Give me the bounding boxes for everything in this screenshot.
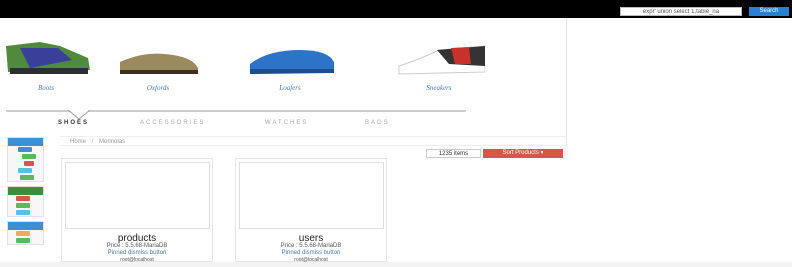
filter-badge xyxy=(16,203,30,208)
filter-item[interactable] xyxy=(8,153,43,160)
chevron-down-icon: ▾ xyxy=(540,150,544,156)
breadcrumb-current: Merinolas xyxy=(99,139,126,145)
category-loafers[interactable]: Loafers xyxy=(244,38,336,92)
filter-item[interactable] xyxy=(8,230,43,237)
filter-item[interactable] xyxy=(8,195,43,202)
product-link[interactable]: Pinned dismiss button xyxy=(62,250,212,256)
filter-badge xyxy=(16,210,30,215)
tab-shoes[interactable]: SHOES xyxy=(58,120,89,126)
filter-item[interactable] xyxy=(8,160,43,167)
filter-item[interactable] xyxy=(8,202,43,209)
breadcrumb-separator: / xyxy=(91,139,94,145)
filter-badge xyxy=(18,168,32,173)
category-label: Boots xyxy=(38,84,54,92)
filter-group-header[interactable] xyxy=(8,187,43,195)
category-boots[interactable]: Boots xyxy=(0,38,92,92)
filter-item[interactable] xyxy=(8,146,43,153)
tab-watches[interactable]: WATCHES xyxy=(265,120,308,126)
filter-group xyxy=(7,137,44,182)
category-label: Sneakers xyxy=(426,84,452,92)
filter-item[interactable] xyxy=(8,209,43,216)
category-tabs: SHOES ACCESSORIES WATCHES BAGS xyxy=(40,120,440,128)
filter-group-header[interactable] xyxy=(8,138,43,146)
filter-item[interactable] xyxy=(8,167,43,174)
filter-group-header[interactable] xyxy=(8,222,43,230)
category-sneakers[interactable]: Sneakers xyxy=(393,38,485,92)
product-price: Price : 5.5.68-MariaDB xyxy=(280,243,342,249)
product-card[interactable]: users Price : 5.5.68-MariaDB Pinned dism… xyxy=(235,158,387,263)
sort-label: Sort Products xyxy=(502,150,539,156)
sort-products-button[interactable]: Sort Products ▾ xyxy=(483,149,563,158)
product-card[interactable]: products Price : 5.5.68-MariaDB Pinned d… xyxy=(61,158,213,263)
filter-badge xyxy=(16,238,30,243)
filter-group xyxy=(7,221,44,245)
filter-badge xyxy=(18,147,32,152)
boot-icon xyxy=(6,42,90,74)
breadcrumb-home[interactable]: Home xyxy=(70,139,86,145)
footer-band xyxy=(0,262,792,267)
category-oxfords[interactable]: Oxfords xyxy=(112,38,204,92)
filter-badge xyxy=(22,154,36,159)
category-label: Loafers xyxy=(279,84,301,92)
filter-group xyxy=(7,186,44,217)
sneaker-icon xyxy=(398,45,485,75)
active-tab-caret-icon xyxy=(68,110,90,120)
search-button[interactable]: Search xyxy=(749,7,789,16)
filter-badge xyxy=(24,161,34,166)
product-link[interactable]: Pinned dismiss button xyxy=(236,250,386,256)
breadcrumb: Home / Merinolas xyxy=(60,136,566,146)
category-label: Oxfords xyxy=(146,84,170,92)
content-divider xyxy=(566,18,567,145)
oxford-shoe-icon xyxy=(120,53,198,74)
filter-item[interactable] xyxy=(8,237,43,244)
filter-item[interactable] xyxy=(8,174,43,181)
product-image[interactable] xyxy=(65,162,210,229)
filter-badge xyxy=(16,196,30,201)
search-input[interactable] xyxy=(620,7,742,16)
filter-badge xyxy=(20,175,34,180)
tab-accessories[interactable]: ACCESSORIES xyxy=(140,120,205,126)
item-count: 1235 items xyxy=(426,149,481,158)
product-price: Price : 5.5.68-MariaDB xyxy=(106,243,168,249)
filter-sidebar xyxy=(7,137,44,249)
filter-badge xyxy=(16,231,30,236)
loafer-icon xyxy=(250,50,334,74)
product-image[interactable] xyxy=(239,162,384,229)
tab-bags[interactable]: BAGS xyxy=(365,120,390,126)
